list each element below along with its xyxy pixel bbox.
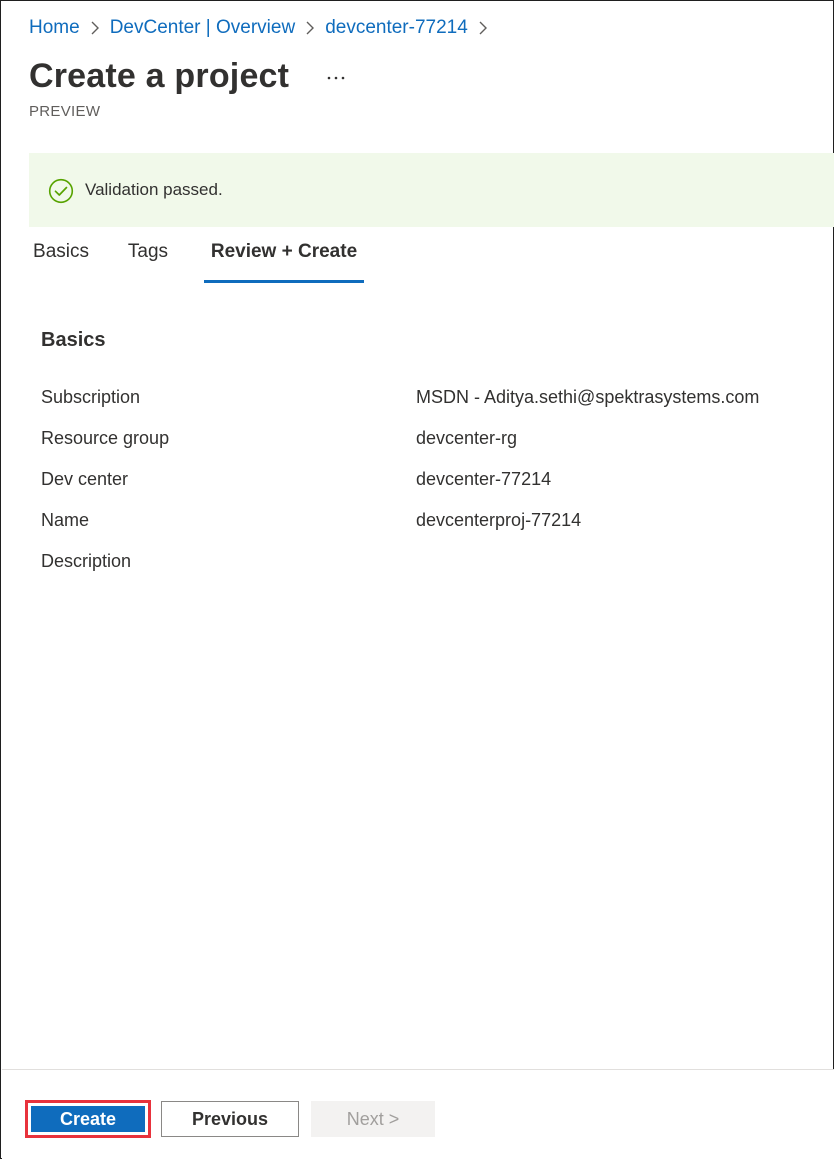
preview-label: PREVIEW (29, 103, 101, 120)
breadcrumb: Home DevCenter | Overview devcenter-7721… (29, 15, 498, 41)
create-button-highlight: Create (25, 1100, 151, 1138)
summary-row-name: Name devcenterproj-77214 (41, 510, 801, 538)
summary-row-resource-group: Resource group devcenter-rg (41, 428, 801, 456)
summary-label: Resource group (41, 428, 170, 448)
ellipsis-icon (327, 76, 345, 80)
page-title: Create a project (29, 57, 290, 95)
summary-value: devcenter-rg (416, 428, 518, 448)
section-heading-basics: Basics (41, 329, 106, 351)
previous-button[interactable]: Previous (161, 1101, 299, 1137)
check-circle-icon (48, 178, 74, 204)
summary-label: Name (41, 510, 90, 530)
create-button[interactable]: Create (31, 1106, 145, 1132)
tab-basics[interactable]: Basics (31, 241, 91, 283)
tab-review-create[interactable]: Review + Create (204, 241, 364, 283)
validation-banner: Validation passed. (29, 153, 834, 227)
tab-tags[interactable]: Tags (125, 241, 171, 283)
chevron-right-icon (295, 15, 325, 41)
summary-label: Description (41, 551, 132, 571)
summary-row-dev-center: Dev center devcenter-77214 (41, 469, 801, 497)
validation-message: Validation passed. (85, 180, 223, 199)
footer-action-bar: Create Previous Next > (2, 1069, 834, 1159)
chevron-right-icon (80, 15, 110, 41)
next-button: Next > (311, 1101, 435, 1137)
breadcrumb-devcenter-instance[interactable]: devcenter-77214 (325, 17, 468, 39)
summary-row-description: Description (41, 551, 801, 579)
breadcrumb-devcenter-overview[interactable]: DevCenter | Overview (110, 17, 296, 39)
breadcrumb-home[interactable]: Home (29, 17, 80, 39)
summary-label: Dev center (41, 469, 129, 489)
chevron-right-icon (468, 15, 498, 41)
create-project-blade: Home DevCenter | Overview devcenter-7721… (0, 0, 834, 1159)
summary-row-subscription: Subscription MSDN - Aditya.sethi@spektra… (41, 387, 801, 415)
summary-value: devcenter-77214 (416, 469, 552, 489)
summary-label: Subscription (41, 387, 141, 407)
selected-tab-indicator (204, 280, 364, 283)
summary-value: devcenterproj-77214 (416, 510, 582, 530)
summary-value: MSDN - Aditya.sethi@spektrasystems.com (416, 387, 760, 407)
more-options-button[interactable] (319, 65, 353, 91)
